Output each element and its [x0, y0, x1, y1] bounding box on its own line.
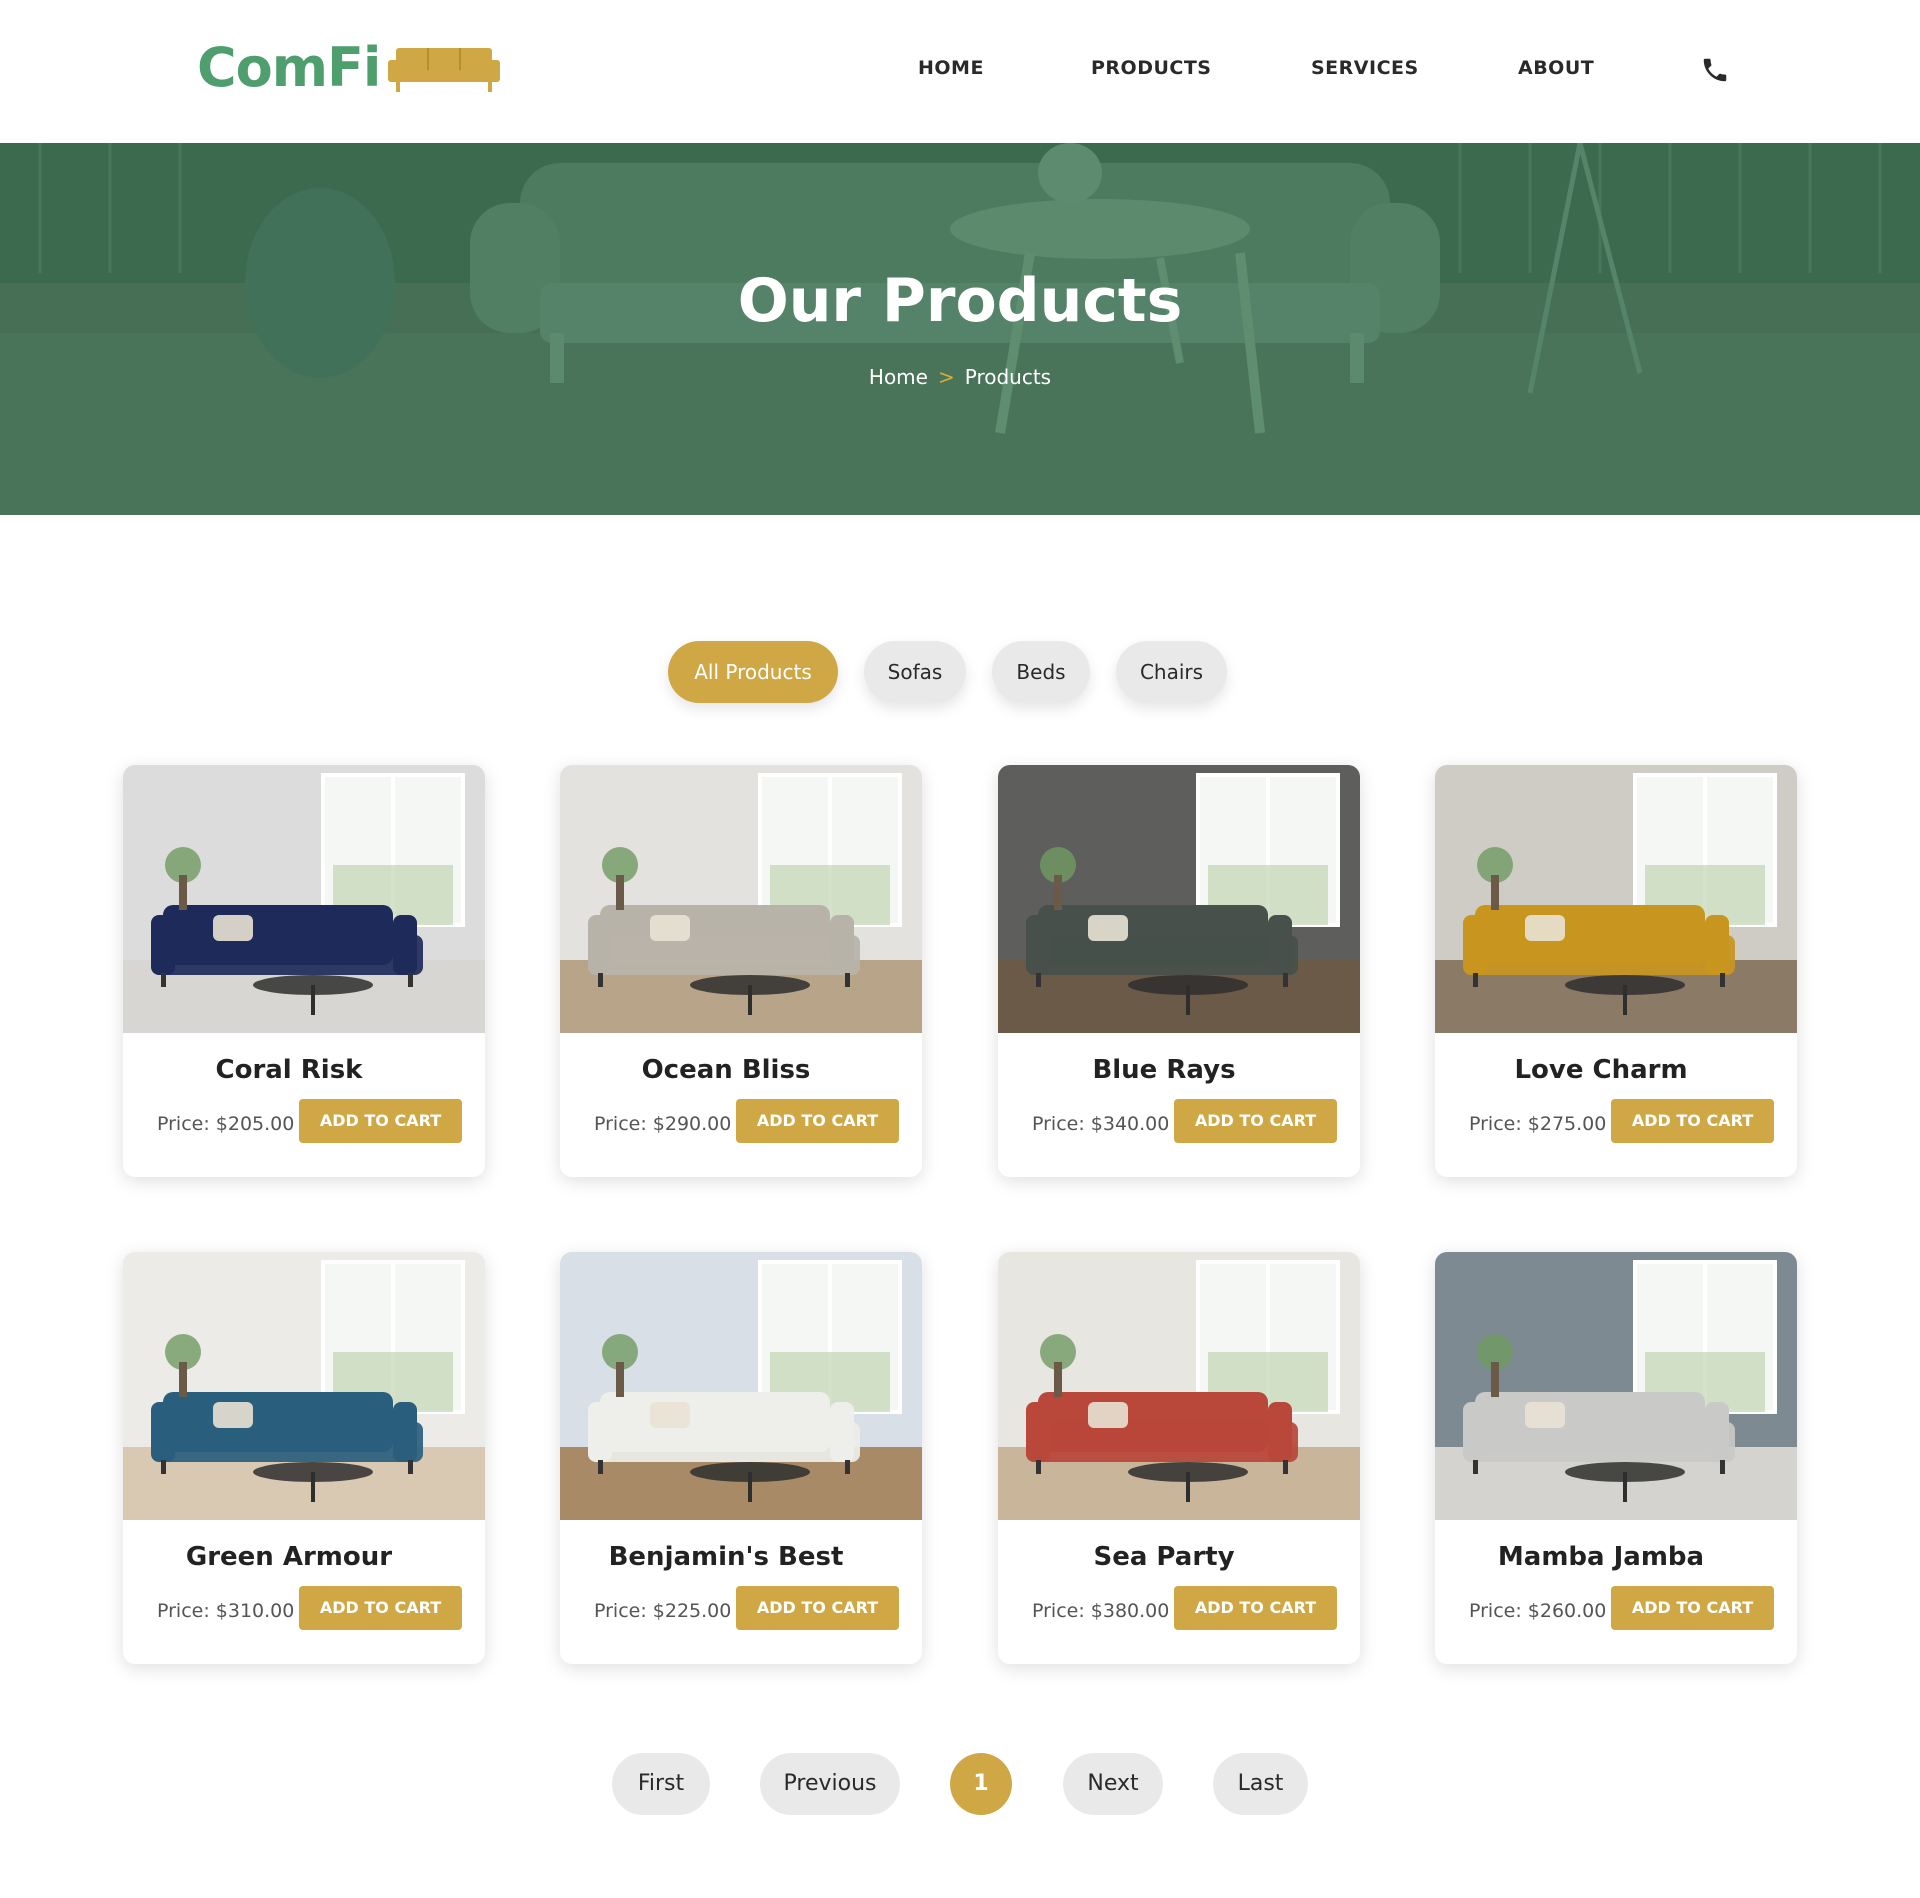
product-price: Price: $340.00	[1032, 1113, 1170, 1135]
product-card: Coral Risk Price: $205.00 ADD TO CART	[123, 765, 485, 1177]
nav-about[interactable]: ABOUT	[1518, 54, 1594, 82]
product-price: Price: $205.00	[157, 1113, 295, 1135]
pagination-first-button[interactable]: First	[612, 1753, 710, 1815]
product-name[interactable]: Sea Party	[998, 1540, 1330, 1574]
product-card: Benjamin's Best Price: $225.00 ADD TO CART	[560, 1252, 922, 1664]
pagination-last-button[interactable]: Last	[1213, 1753, 1308, 1815]
pagination-current-page[interactable]: 1	[950, 1753, 1012, 1815]
filter-sofas[interactable]: Sofas	[864, 641, 966, 703]
product-card: Mamba Jamba Price: $260.00 ADD TO CART	[1435, 1252, 1797, 1664]
product-name[interactable]: Ocean Bliss	[560, 1053, 892, 1087]
breadcrumb-separator: >	[937, 365, 955, 389]
product-name[interactable]: Love Charm	[1435, 1053, 1767, 1087]
product-price: Price: $380.00	[1032, 1600, 1170, 1622]
breadcrumb: Home > Products	[0, 363, 1920, 391]
product-image[interactable]	[1435, 1252, 1797, 1520]
product-image[interactable]	[998, 765, 1360, 1033]
product-card: Love Charm Price: $275.00 ADD TO CART	[1435, 765, 1797, 1177]
product-price: Price: $260.00	[1469, 1600, 1607, 1622]
add-to-cart-button[interactable]: ADD TO CART	[1611, 1099, 1774, 1143]
product-price: Price: $275.00	[1469, 1113, 1607, 1135]
breadcrumb-current: Products	[964, 365, 1052, 389]
product-card: Sea Party Price: $380.00 ADD TO CART	[998, 1252, 1360, 1664]
page-title: Our Products	[737, 266, 1183, 336]
product-image[interactable]	[123, 765, 485, 1033]
filter-chairs[interactable]: Chairs	[1116, 641, 1227, 703]
product-image[interactable]	[998, 1252, 1360, 1520]
product-name[interactable]: Benjamin's Best	[560, 1540, 892, 1574]
product-price: Price: $290.00	[594, 1113, 732, 1135]
nav-products[interactable]: PRODUCTS	[1091, 54, 1212, 82]
sofa-logo-icon	[388, 48, 501, 92]
add-to-cart-button[interactable]: ADD TO CART	[299, 1099, 462, 1143]
product-card: Ocean Bliss Price: $290.00 ADD TO CART	[560, 765, 922, 1177]
product-image[interactable]	[1435, 765, 1797, 1033]
add-to-cart-button[interactable]: ADD TO CART	[736, 1586, 899, 1630]
product-name[interactable]: Green Armour	[123, 1540, 455, 1574]
product-image[interactable]	[560, 765, 922, 1033]
add-to-cart-button[interactable]: ADD TO CART	[1174, 1099, 1337, 1143]
product-image[interactable]	[560, 1252, 922, 1520]
product-name[interactable]: Blue Rays	[998, 1053, 1330, 1087]
pagination-next-button[interactable]: Next	[1063, 1753, 1163, 1815]
logo-text: ComFi	[197, 36, 381, 99]
nav-home[interactable]: HOME	[918, 54, 984, 82]
logo[interactable]: ComFi	[197, 36, 501, 99]
product-name[interactable]: Coral Risk	[123, 1053, 455, 1087]
breadcrumb-home-link[interactable]: Home	[869, 365, 928, 389]
product-price: Price: $310.00	[157, 1600, 295, 1622]
add-to-cart-button[interactable]: ADD TO CART	[1174, 1586, 1337, 1630]
product-name[interactable]: Mamba Jamba	[1435, 1540, 1767, 1574]
product-card: Blue Rays Price: $340.00 ADD TO CART	[998, 765, 1360, 1177]
nav-services[interactable]: SERVICES	[1311, 54, 1419, 82]
filter-all-products[interactable]: All Products	[668, 641, 838, 703]
filter-beds[interactable]: Beds	[992, 641, 1090, 703]
phone-icon[interactable]	[1700, 55, 1730, 85]
product-price: Price: $225.00	[594, 1600, 732, 1622]
add-to-cart-button[interactable]: ADD TO CART	[299, 1586, 462, 1630]
add-to-cart-button[interactable]: ADD TO CART	[1611, 1586, 1774, 1630]
add-to-cart-button[interactable]: ADD TO CART	[736, 1099, 899, 1143]
hero-banner: Our Products Home > Products	[0, 143, 1920, 515]
site-header: ComFi HOME PRODUCTS SERVICES ABOUT	[0, 0, 1920, 143]
product-image[interactable]	[123, 1252, 485, 1520]
product-card: Green Armour Price: $310.00 ADD TO CART	[123, 1252, 485, 1664]
pagination-previous-button[interactable]: Previous	[760, 1753, 900, 1815]
